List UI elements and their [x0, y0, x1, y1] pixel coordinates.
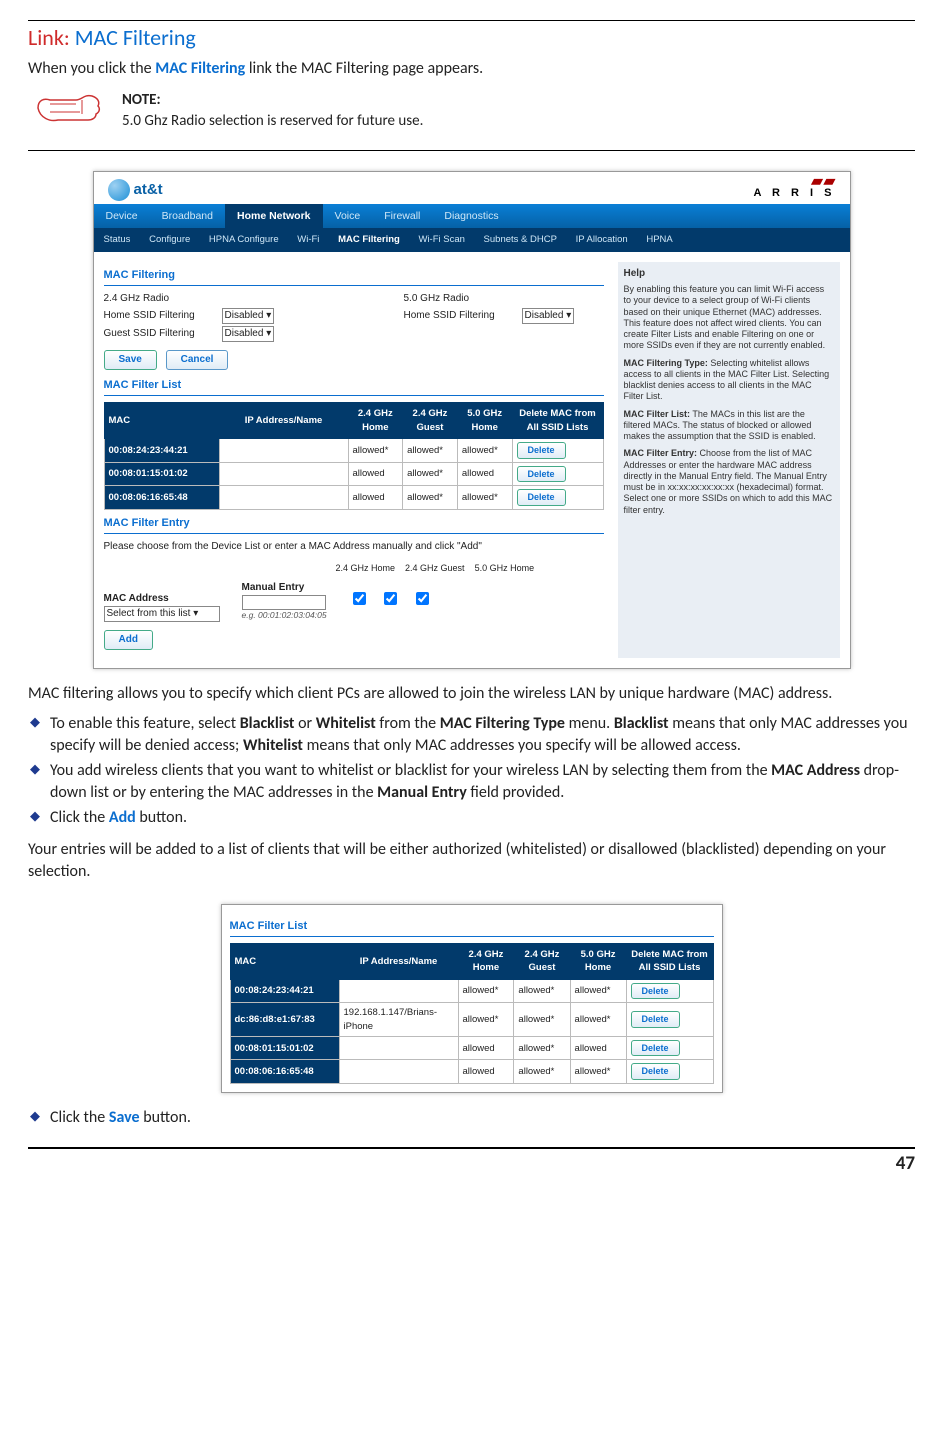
mac-filtering-link-text: MAC Filtering: [155, 59, 245, 78]
pointing-hand-icon: [34, 90, 104, 126]
add-button[interactable]: Add: [104, 630, 153, 650]
manual-entry-input[interactable]: [242, 595, 326, 610]
page-footer: 47: [28, 1147, 915, 1178]
home-ssid-24-select[interactable]: Disabled ▾: [222, 308, 275, 324]
tab-voice[interactable]: Voice: [323, 204, 373, 229]
tab-device[interactable]: Device: [94, 204, 150, 229]
att-globe-icon: [108, 179, 130, 201]
section-mac-filter-list-2: MAC Filter List: [230, 919, 714, 937]
body-paragraph-1: MAC filtering allows you to specify whic…: [28, 683, 915, 705]
subtab-status[interactable]: Status: [104, 234, 131, 245]
tab-home-network[interactable]: Home Network: [225, 204, 323, 229]
arris-logo: ▰▰ A R R I S: [753, 178, 835, 201]
table-row: 00:08:24:23:44:21 allowed* allowed* allo…: [104, 438, 603, 462]
delete-button[interactable]: Delete: [517, 442, 566, 459]
mac-address-select[interactable]: Select from this list ▾: [104, 606, 220, 622]
section-mac-filter-entry: MAC Filter Entry: [104, 516, 604, 534]
tab-broadband[interactable]: Broadband: [150, 204, 225, 229]
note-label: NOTE:: [122, 90, 915, 111]
router-ui-screenshot: at&t ▰▰ A R R I S Device Broadband Home …: [93, 171, 851, 668]
sub-tabs: Status Configure HPNA Configure Wi-Fi MA…: [94, 228, 850, 251]
cb-24-home[interactable]: [353, 592, 366, 605]
subtab-wifi[interactable]: Wi-Fi: [297, 234, 319, 245]
table-row: 00:08:01:15:01:02 allowed allowed* allow…: [104, 462, 603, 486]
note-block: NOTE: 5.0 Ghz Radio selection is reserve…: [34, 90, 915, 132]
delete-button[interactable]: Delete: [517, 489, 566, 506]
save-button[interactable]: Save: [104, 350, 157, 370]
filter-entry-instruction: Please choose from the Device List or en…: [104, 540, 604, 554]
filter-list-screenshot: MAC Filter List MAC IP Address/Name 2.4 …: [221, 904, 723, 1093]
subtab-hpna[interactable]: HPNA: [646, 234, 672, 245]
delete-button[interactable]: Delete: [631, 983, 680, 1000]
help-panel: Help By enabling this feature you can li…: [618, 262, 840, 658]
cb-50-home[interactable]: [416, 592, 429, 605]
tab-diagnostics[interactable]: Diagnostics: [432, 204, 510, 229]
intro-paragraph: When you click the MAC Filtering link th…: [28, 58, 915, 80]
cancel-button[interactable]: Cancel: [166, 350, 229, 370]
table-row: 00:08:01:15:01:02 allowed allowed* allow…: [230, 1036, 713, 1060]
page-number: 47: [896, 1152, 915, 1175]
body-paragraph-2: Your entries will be added to a list of …: [28, 839, 915, 884]
subtab-subnets-dhcp[interactable]: Subnets & DHCP: [484, 234, 557, 245]
list-item: To enable this feature, select Blacklist…: [50, 713, 915, 758]
guest-ssid-select[interactable]: Disabled ▾: [222, 326, 275, 342]
delete-button[interactable]: Delete: [631, 1063, 680, 1080]
cb-24-guest[interactable]: [384, 592, 397, 605]
section-mac-filter-list: MAC Filter List: [104, 378, 604, 396]
section-mac-filtering: MAC Filtering: [104, 268, 604, 286]
delete-button[interactable]: Delete: [517, 466, 566, 483]
add-link-text: Add: [109, 808, 136, 827]
subtab-hpna-configure[interactable]: HPNA Configure: [209, 234, 279, 245]
main-tabs: Device Broadband Home Network Voice Fire…: [94, 204, 850, 229]
home-ssid-50-select[interactable]: Disabled ▾: [522, 308, 575, 324]
bullet-list-2: Click the Save button.: [28, 1107, 915, 1129]
subtab-mac-filtering[interactable]: MAC Filtering: [338, 234, 400, 245]
att-logo: at&t: [108, 179, 163, 201]
heading-prefix: Link:: [28, 24, 70, 51]
save-link-text: Save: [109, 1108, 140, 1127]
table-row: 00:08:24:23:44:21 allowed* allowed* allo…: [230, 979, 713, 1003]
bullet-list: To enable this feature, select Blacklist…: [28, 713, 915, 829]
table-row: 00:08:06:16:65:48 allowed allowed* allow…: [104, 486, 603, 510]
list-item: Click the Add button.: [50, 807, 915, 829]
list-item: Click the Save button.: [50, 1107, 915, 1129]
subtab-configure[interactable]: Configure: [149, 234, 190, 245]
mac-filter-table: MAC IP Address/Name 2.4 GHz Home 2.4 GHz…: [104, 402, 604, 509]
subtab-ip-allocation[interactable]: IP Allocation: [576, 234, 628, 245]
subtab-wifi-scan[interactable]: Wi-Fi Scan: [418, 234, 464, 245]
page-heading: Link: MAC Filtering: [28, 23, 915, 54]
tab-firewall[interactable]: Firewall: [372, 204, 432, 229]
table-row: dc:86:d8:e1:67:83 192.168.1.147/Brians-i…: [230, 1003, 713, 1037]
mac-filter-table-2: MAC IP Address/Name 2.4 GHz Home 2.4 GHz…: [230, 943, 714, 1084]
list-item: You add wireless clients that you want t…: [50, 760, 915, 805]
table-row: 00:08:06:16:65:48 allowed allowed* allow…: [230, 1060, 713, 1084]
note-body: 5.0 Ghz Radio selection is reserved for …: [122, 111, 915, 132]
delete-button[interactable]: Delete: [631, 1040, 680, 1057]
delete-button[interactable]: Delete: [631, 1011, 680, 1028]
heading-title: MAC Filtering: [75, 24, 196, 51]
